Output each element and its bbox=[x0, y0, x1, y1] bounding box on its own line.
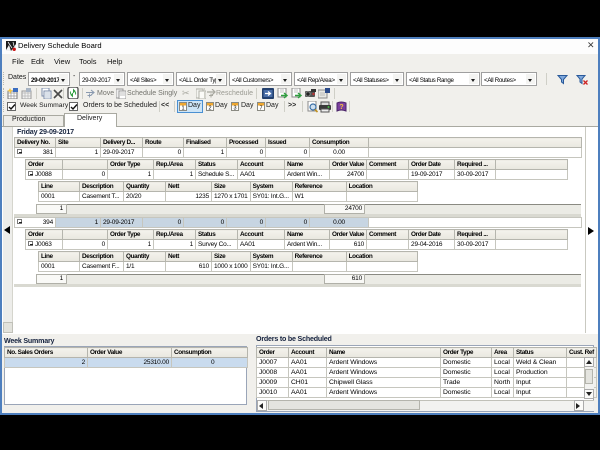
svg-text:3: 3 bbox=[233, 106, 236, 112]
svg-text:1: 1 bbox=[181, 106, 184, 112]
svg-text:7: 7 bbox=[259, 106, 262, 112]
svg-text:2: 2 bbox=[208, 106, 211, 112]
svg-text:?: ? bbox=[339, 104, 343, 111]
